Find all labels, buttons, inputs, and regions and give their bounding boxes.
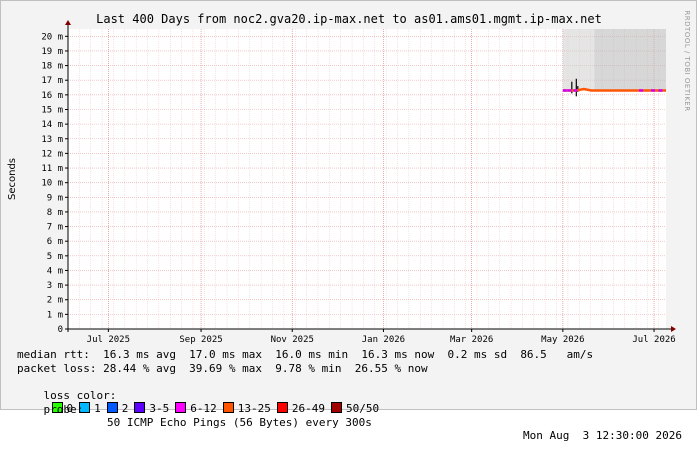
watermark-text: RRDTOOL / TOBI OETIKER [683, 10, 691, 111]
probe-row: probe: 50 ICMP Echo Pings (56 Bytes) eve… [17, 390, 683, 455]
y-tick-label: 20 m [41, 32, 63, 42]
x-tick-label: May 2026 [541, 335, 584, 345]
x-tick-label: Sep 2025 [179, 335, 222, 345]
y-tick-label: 17 m [41, 76, 63, 86]
y-axis-arrow [65, 20, 71, 25]
y-tick-label: 12 m [41, 149, 63, 159]
y-tick-label: 2 m [47, 296, 63, 306]
x-tick-label: Nov 2025 [271, 335, 314, 345]
y-tick-label: 11 m [41, 164, 63, 174]
y-tick-label: 3 m [47, 281, 63, 291]
x-tick-label: Jul 2025 [87, 335, 130, 345]
y-tick-label: 15 m [41, 105, 63, 115]
x-axis-arrow [671, 326, 676, 332]
y-tick-label: 18 m [41, 62, 63, 72]
y-tick-label: 7 m [47, 223, 63, 233]
y-tick-label: 19 m [41, 47, 63, 57]
graph-timestamp: Mon Aug 3 12:30:00 2026 [523, 429, 682, 442]
smoke-band-dense [594, 29, 666, 91]
x-tick-label: Jul 2026 [632, 335, 675, 345]
median-rtt-stats: median rtt: 16.3 ms avg 17.0 ms max 16.0… [17, 348, 594, 361]
chart-title: Last 400 Days from noc2.gva20.ip-max.net… [96, 12, 602, 26]
probe-description: 50 ICMP Echo Pings (56 Bytes) every 300s [107, 416, 372, 429]
y-tick-label: 13 m [41, 135, 63, 145]
y-tick-label: 0 [58, 325, 63, 335]
x-tick-label: Jan 2026 [362, 335, 405, 345]
packet-loss-stats: packet loss: 28.44 % avg 39.69 % max 9.7… [17, 362, 428, 375]
y-tick-label: 10 m [41, 179, 63, 189]
y-tick-label: 5 m [47, 252, 63, 262]
y-tick-label: 1 m [47, 310, 63, 320]
y-tick-label: 9 m [47, 193, 63, 203]
y-tick-label: 6 m [47, 237, 63, 247]
y-tick-label: 14 m [41, 120, 63, 130]
y-tick-label: 4 m [47, 266, 63, 276]
smoke-band-sparse [562, 29, 595, 91]
y-axis-label: Seconds [7, 158, 18, 200]
x-tick-label: Mar 2026 [450, 335, 493, 345]
y-tick-label: 8 m [47, 208, 63, 218]
y-tick-label: 16 m [41, 91, 63, 101]
smokeping-graph: 0 1 m 2 m 3 m 4 m 5 m 6 m 7 m 8 m 9 m 10 m 11 m 12 m… [0, 0, 697, 442]
chart-area: 0 1 m 2 m 3 m 4 m 5 m 6 m 7 m 8 m 9 m 10 m 11 m 12 m… [7, 10, 691, 345]
